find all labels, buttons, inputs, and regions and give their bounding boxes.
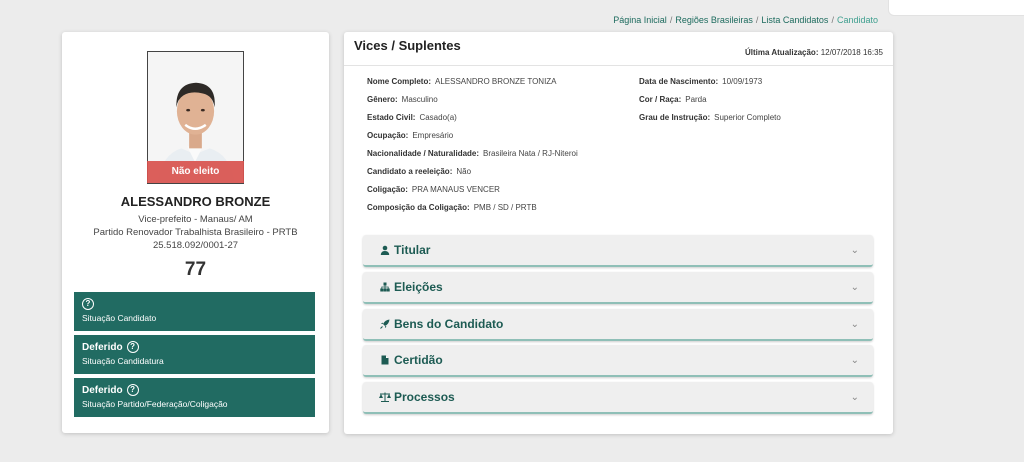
accordion-label: Certidão [394, 353, 443, 367]
last-update-label: Última Atualização: [744, 48, 819, 57]
accordion-certidao[interactable]: Certidão ⌄ [363, 345, 873, 377]
field-occupation: Ocupação: Empresário [367, 131, 454, 140]
status-subtitle: Situação Partido/Federação/Coligação [82, 399, 228, 409]
breadcrumb-separator: / [831, 15, 834, 25]
not-elected-badge: Não eleito [147, 161, 244, 183]
field-full-name: Nome Completo: ALESSANDRO BRONZE TONIZA [367, 77, 557, 86]
candidate-cnpj: 25.518.092/0001-27 [152, 240, 239, 251]
accordion-eleicoes[interactable]: Eleições ⌄ [363, 272, 873, 304]
accordion-label: Bens do Candidato [394, 317, 504, 331]
breadcrumb-separator: / [669, 15, 673, 25]
field-coalition: Coligação: PRA MANAUS VENCER [367, 185, 500, 194]
accordion-titular[interactable]: Titular ⌄ [363, 235, 873, 267]
field-race: Cor / Raça: Parda [639, 95, 707, 104]
field-nationality: Nacionalidade / Naturalidade: Brasileira … [367, 149, 578, 158]
last-update-value: 12/07/2018 16:35 [820, 48, 883, 57]
breadcrumb-regions[interactable]: Regiões Brasileiras [675, 15, 753, 25]
chevron-down-icon: ⌄ [850, 392, 859, 403]
candidate-name: ALESSANDRO BRONZE [120, 194, 271, 209]
help-icon[interactable]: ? [82, 298, 94, 310]
rocket-icon [379, 319, 390, 330]
breadcrumb-current: Candidato [836, 15, 878, 25]
status-subtitle: Situação Candidato [82, 313, 157, 323]
accordion-bens[interactable]: Bens do Candidato ⌄ [363, 309, 873, 341]
status-party-coalition: Deferido? Situação Partido/Federação/Col… [74, 378, 315, 417]
accordion-processos[interactable]: Processos ⌄ [363, 382, 873, 414]
help-icon[interactable]: ? [126, 384, 139, 396]
accordion-label: Titular [394, 243, 431, 257]
field-coalition-composition: Composição da Coligação: PMB / SD / PRTB [367, 203, 537, 212]
field-gender: Gênero: Masculino [367, 95, 438, 104]
chevron-down-icon: ⌄ [850, 282, 859, 293]
accordion-label: Eleições [394, 280, 443, 294]
breadcrumb-home[interactable]: Página Inicial [613, 15, 667, 25]
candidate-office: Vice-prefeito - Manaus/ AM [138, 214, 253, 225]
status-candidate: ? Situação Candidato [74, 292, 315, 331]
breadcrumb: Página Inicial / Regiões Brasileiras / Lista… [613, 15, 878, 25]
help-icon[interactable]: ? [126, 341, 139, 353]
candidate-party: Partido Renovador Trabalhista Brasileiro… [93, 227, 298, 238]
chevron-down-icon: ⌄ [850, 319, 859, 330]
field-marital-status: Estado Civil: Casado(a) [367, 113, 457, 122]
breadcrumb-separator: / [755, 15, 759, 25]
divider [344, 65, 893, 66]
candidate-card: Não eleito ALESSANDRO BRONZE Vice-prefei… [62, 32, 329, 433]
file-icon [379, 355, 390, 366]
field-reelection: Candidato a reeleição: Não [367, 167, 472, 176]
breadcrumb-candidates[interactable]: Lista Candidatos [761, 15, 828, 25]
scale-icon [379, 392, 391, 403]
top-right-panel [888, 0, 1024, 16]
chevron-down-icon: ⌄ [850, 355, 859, 366]
status-title: Deferido [82, 384, 123, 396]
candidate-number: 77 [184, 259, 207, 280]
accordion-label: Processos [394, 390, 455, 404]
sitemap-icon [379, 282, 390, 293]
panel-title: Vices / Suplentes [354, 38, 461, 53]
person-icon [379, 245, 390, 256]
status-candidacy: Deferido? Situação Candidatura [74, 335, 315, 374]
vices-panel: Vices / Suplentes Última Atualização: 12… [344, 32, 893, 434]
field-birth-date: Data de Nascimento: 10/09/1973 [639, 77, 763, 86]
chevron-down-icon: ⌄ [850, 245, 859, 256]
field-education: Grau de Instrução: Superior Completo [639, 113, 781, 122]
status-title: Deferido [82, 341, 123, 353]
status-subtitle: Situação Candidatura [82, 356, 164, 366]
last-update: Última Atualização: 12/07/2018 16:35 [745, 48, 883, 57]
